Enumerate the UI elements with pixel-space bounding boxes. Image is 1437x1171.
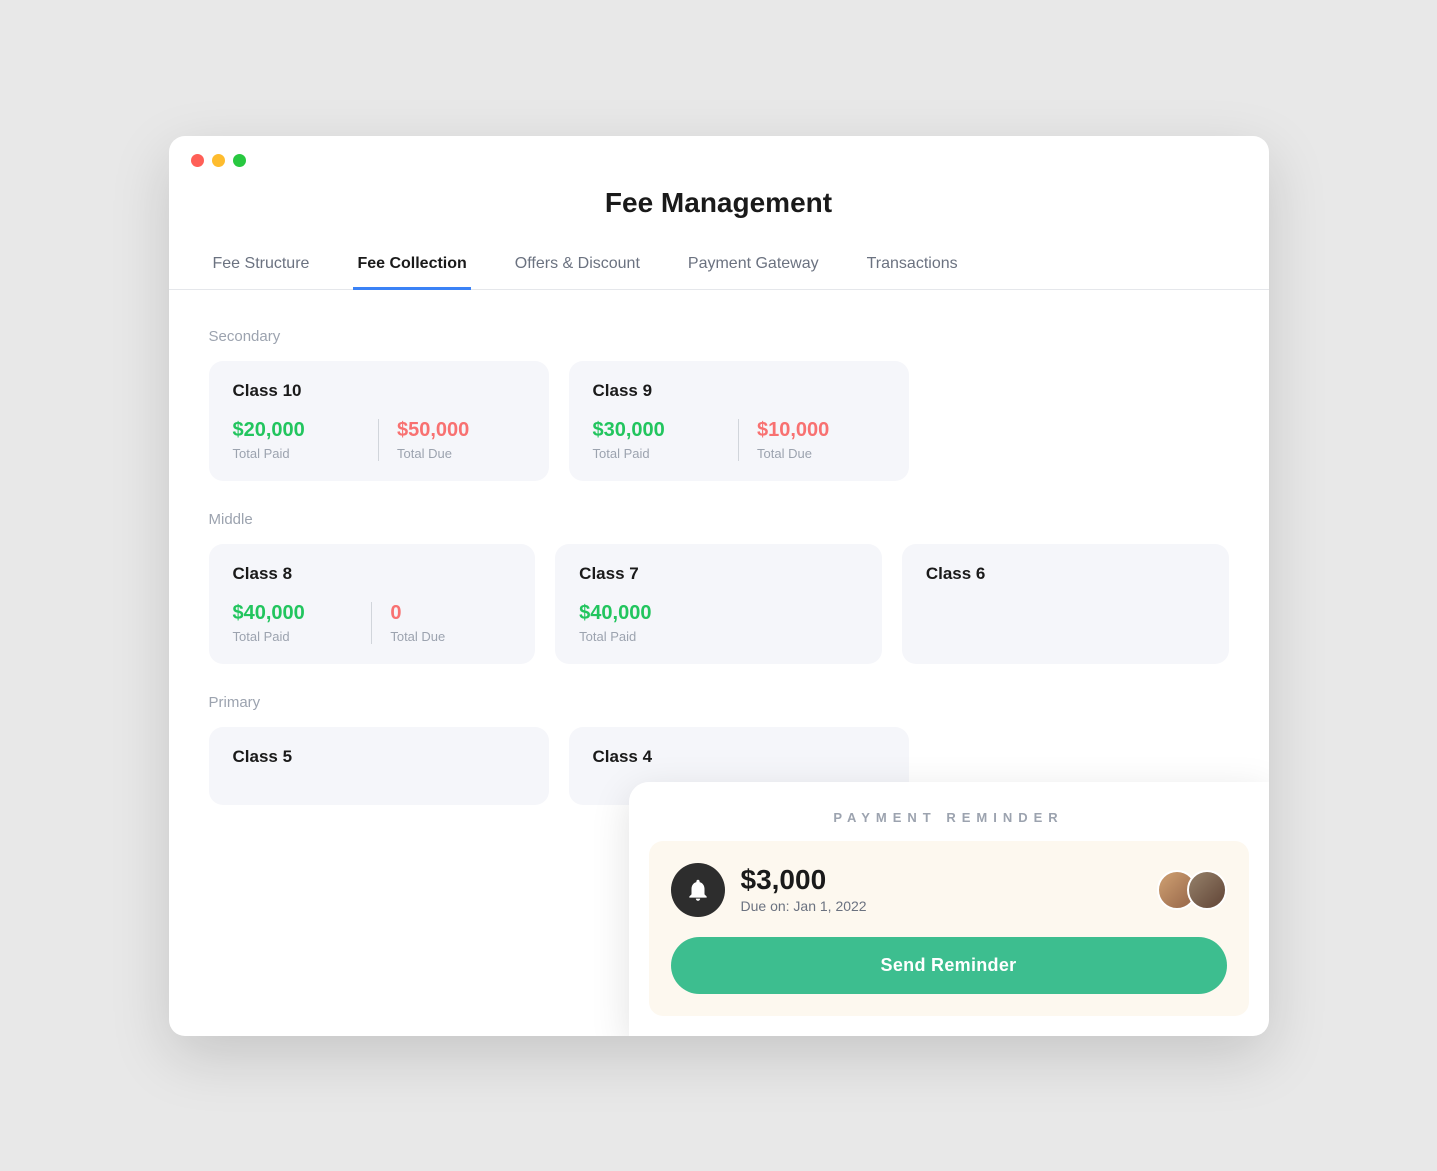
- card-class-4-title: Class 4: [593, 747, 885, 767]
- section-label-secondary: Secondary: [209, 328, 1229, 345]
- card-class-8-title: Class 8: [233, 564, 512, 584]
- card-class-10[interactable]: Class 10 $20,000 Total Paid $50,000 Tota…: [209, 361, 549, 481]
- class-7-paid-amount: $40,000: [579, 602, 858, 625]
- class-7-paid-block: $40,000 Total Paid: [579, 602, 858, 644]
- reminder-amount: $3,000: [741, 865, 867, 896]
- reminder-body: $3,000 Due on: Jan 1, 2022 Send Reminder: [649, 841, 1249, 1016]
- card-class-7-amounts: $40,000 Total Paid: [579, 602, 858, 644]
- card-class-8-amounts: $40,000 Total Paid 0 Total Due: [233, 602, 512, 644]
- class-10-due-label: Total Due: [397, 446, 525, 461]
- tab-fee-structure[interactable]: Fee Structure: [209, 243, 314, 290]
- title-bar: [169, 136, 1269, 177]
- card-class-10-amounts: $20,000 Total Paid $50,000 Total Due: [233, 419, 525, 461]
- class-10-divider: [378, 419, 379, 461]
- reminder-info-row: $3,000 Due on: Jan 1, 2022: [671, 863, 1227, 917]
- bell-icon: [671, 863, 725, 917]
- card-class-5[interactable]: Class 5: [209, 727, 549, 805]
- card-class-6[interactable]: Class 6: [902, 544, 1229, 664]
- card-class-8[interactable]: Class 8 $40,000 Total Paid 0 Total Due: [209, 544, 536, 664]
- card-class-5-title: Class 5: [233, 747, 525, 767]
- card-class-7-title: Class 7: [579, 564, 858, 584]
- main-window: Fee Management Fee Structure Fee Collect…: [169, 136, 1269, 1036]
- avatar-group: [1157, 870, 1227, 910]
- tab-payment-gateway[interactable]: Payment Gateway: [684, 243, 823, 290]
- reminder-text-block: $3,000 Due on: Jan 1, 2022: [741, 865, 867, 914]
- payment-reminder-overlay: PAYMENT REMINDER $3,000 Due on: Jan 1, 2…: [629, 782, 1269, 1036]
- class-9-due-block: $10,000 Total Due: [757, 419, 885, 461]
- avatar-2: [1187, 870, 1227, 910]
- class-9-divider: [738, 419, 739, 461]
- class-10-paid-block: $20,000 Total Paid: [233, 419, 361, 461]
- class-10-due-block: $50,000 Total Due: [397, 419, 525, 461]
- class-8-due-amount: 0: [390, 602, 511, 625]
- class-10-paid-amount: $20,000: [233, 419, 361, 442]
- section-label-middle: Middle: [209, 511, 1229, 528]
- minimize-dot[interactable]: [212, 154, 225, 167]
- card-class-9[interactable]: Class 9 $30,000 Total Paid $10,000 Total…: [569, 361, 909, 481]
- class-9-due-amount: $10,000: [757, 419, 885, 442]
- main-content: Secondary Class 10 $20,000 Total Paid $5…: [169, 290, 1269, 865]
- card-class-10-title: Class 10: [233, 381, 525, 401]
- class-8-due-label: Total Due: [390, 629, 511, 644]
- close-dot[interactable]: [191, 154, 204, 167]
- tab-bar: Fee Structure Fee Collection Offers & Di…: [169, 243, 1269, 290]
- tab-transactions[interactable]: Transactions: [863, 243, 962, 290]
- tab-offers-discount[interactable]: Offers & Discount: [511, 243, 644, 290]
- class-10-paid-label: Total Paid: [233, 446, 361, 461]
- send-reminder-button[interactable]: Send Reminder: [671, 937, 1227, 994]
- reminder-due-date: Due on: Jan 1, 2022: [741, 898, 867, 914]
- secondary-cards-row: Class 10 $20,000 Total Paid $50,000 Tota…: [209, 361, 1229, 481]
- reminder-header: PAYMENT REMINDER: [629, 782, 1269, 841]
- middle-cards-row: Class 8 $40,000 Total Paid 0 Total Due C…: [209, 544, 1229, 664]
- class-8-paid-amount: $40,000: [233, 602, 354, 625]
- maximize-dot[interactable]: [233, 154, 246, 167]
- card-class-9-title: Class 9: [593, 381, 885, 401]
- card-class-6-title: Class 6: [926, 564, 1205, 584]
- class-8-paid-block: $40,000 Total Paid: [233, 602, 354, 644]
- class-9-paid-amount: $30,000: [593, 419, 721, 442]
- section-label-primary: Primary: [209, 694, 1229, 711]
- page-title: Fee Management: [169, 177, 1269, 243]
- card-class-7[interactable]: Class 7 $40,000 Total Paid: [555, 544, 882, 664]
- class-9-paid-block: $30,000 Total Paid: [593, 419, 721, 461]
- class-7-paid-label: Total Paid: [579, 629, 858, 644]
- tab-fee-collection[interactable]: Fee Collection: [353, 243, 470, 290]
- class-8-paid-label: Total Paid: [233, 629, 354, 644]
- class-9-due-label: Total Due: [757, 446, 885, 461]
- class-10-due-amount: $50,000: [397, 419, 525, 442]
- class-9-paid-label: Total Paid: [593, 446, 721, 461]
- card-class-9-amounts: $30,000 Total Paid $10,000 Total Due: [593, 419, 885, 461]
- class-8-due-block: 0 Total Due: [390, 602, 511, 644]
- class-8-divider: [371, 602, 372, 644]
